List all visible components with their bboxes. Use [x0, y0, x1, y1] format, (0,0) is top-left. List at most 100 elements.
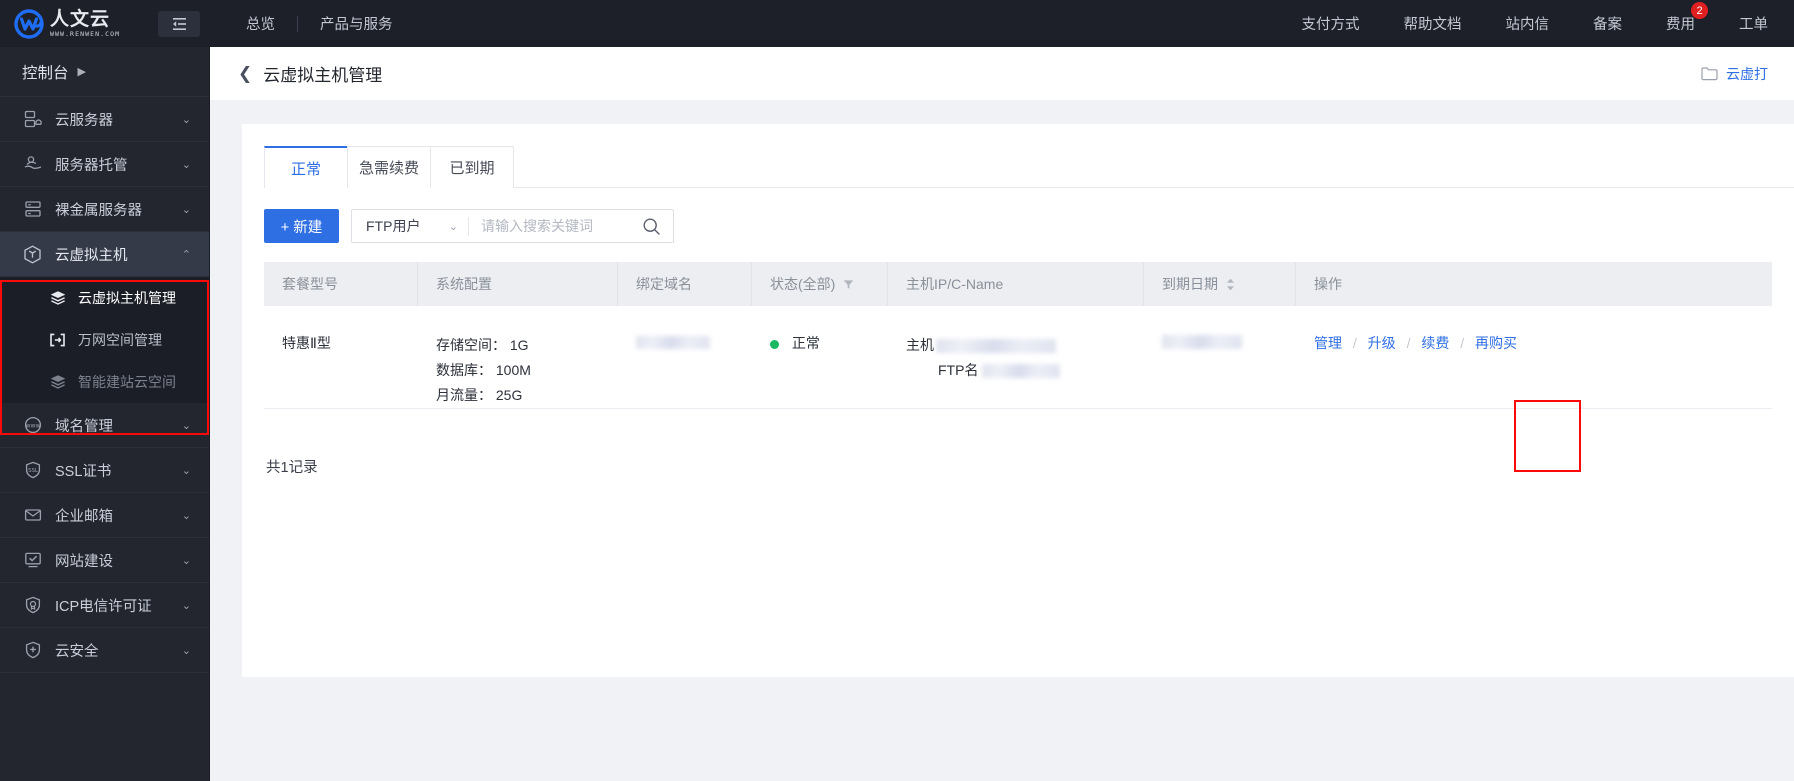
op-separator: /: [1406, 335, 1411, 351]
status-tabs: 正常 急需续费 已到期: [264, 146, 1794, 188]
op-renew-link[interactable]: 续费: [1421, 335, 1449, 351]
sidebar-item-cloud-security[interactable]: 云安全 ⌄: [0, 628, 209, 673]
server-icon: [22, 109, 43, 130]
search-field-select[interactable]: FTP用户 ⌄: [352, 210, 468, 242]
main-content-area: ❮ 云虚拟主机管理 云虚打 正常 急需续费 已到期 + 新建 FTP用户 ⌄ 请…: [210, 47, 1794, 781]
nav-item-icp-filing[interactable]: 备案: [1571, 13, 1644, 34]
column-header-domain: 绑定域名: [618, 262, 752, 306]
cell-operations: 管理 / 升级 / 续费 / 再购买: [1296, 306, 1556, 408]
brand-logo[interactable]: 人文云 WWW.RENWEN.COM: [0, 7, 148, 39]
redacted-domain: [636, 335, 710, 349]
column-header-config: 系统配置: [418, 262, 618, 306]
sidebar-subitem-label: 云虚拟主机管理: [78, 290, 176, 306]
op-manage-link[interactable]: 管理: [1314, 335, 1342, 351]
ftp-name-label: FTP名: [938, 362, 979, 378]
op-upgrade-link[interactable]: 升级: [1368, 335, 1396, 351]
cell-status: 正常: [752, 306, 888, 408]
sidebar-item-label: 网站建设: [55, 553, 113, 570]
mail-icon: [22, 505, 43, 526]
sidebar-submenu-cloud-virtual-host: 云虚拟主机管理 万网空间管理 智能建站云空间: [0, 277, 209, 403]
chevron-down-icon: ⌄: [181, 509, 191, 522]
nav-item-help-docs[interactable]: 帮助文档: [1382, 13, 1484, 34]
bare-metal-icon: [22, 199, 43, 220]
ftp-name-line: FTP名: [906, 358, 1144, 383]
config-storage: 存储空间： 1G: [436, 337, 529, 353]
ssl-shield-icon: SSL: [22, 460, 43, 481]
sidebar-item-enterprise-email[interactable]: 企业邮箱 ⌄: [0, 493, 209, 538]
security-shield-icon: [22, 640, 43, 661]
chevron-down-icon: ⌄: [181, 113, 191, 126]
sidebar-subitem-host-management[interactable]: 云虚拟主机管理: [0, 277, 209, 319]
host-ip-line: 主机: [906, 333, 1144, 358]
sidebar-item-icp-license[interactable]: ICP电信许可证 ⌄: [0, 583, 209, 628]
chevron-down-icon: ⌄: [181, 203, 191, 216]
nav-item-messages[interactable]: 站内信: [1484, 13, 1572, 34]
config-database: 数据库： 100M: [436, 362, 531, 378]
host-ip-label: 主机: [906, 337, 934, 353]
search-icon: [642, 217, 661, 236]
primary-nav-right: 支付方式 帮助文档 站内信 备案 费用 2 工单: [1280, 2, 1794, 34]
sidebar-item-label: 服务器托管: [55, 157, 128, 174]
brand-name-cn: 人文云: [50, 7, 111, 30]
column-header-status[interactable]: 状态(全部): [752, 262, 888, 306]
sidebar-item-website-building[interactable]: 网站建设 ⌄: [0, 538, 209, 583]
sidebar-item-label: 企业邮箱: [55, 508, 113, 525]
sidebar-item-domain-management[interactable]: www 域名管理 ⌄: [0, 403, 209, 448]
search-input[interactable]: [469, 210, 629, 242]
sidebar-collapse-button[interactable]: [158, 10, 200, 37]
filter-icon[interactable]: [843, 279, 854, 290]
sidebar-item-ssl-certificate[interactable]: SSL SSL证书 ⌄: [0, 448, 209, 493]
top-navigation-bar: 人文云 WWW.RENWEN.COM 总览 产品与服务 支付方式 帮助文档 站内…: [0, 0, 1794, 47]
billing-badge-count: 2: [1691, 2, 1708, 19]
column-header-operations: 操作: [1314, 276, 1342, 292]
search-button[interactable]: [629, 210, 673, 242]
nav-item-overview[interactable]: 总览: [224, 13, 297, 34]
sidebar-subitem-wanwang-space[interactable]: 万网空间管理: [0, 319, 209, 361]
page-header: ❮ 云虚拟主机管理 云虚打: [210, 47, 1794, 100]
console-header[interactable]: 控制台 ▶: [0, 47, 209, 97]
layers-icon: [48, 373, 67, 392]
brackets-icon: [48, 331, 67, 350]
sidebar-item-cloud-virtual-host[interactable]: 云虚拟主机 ⌃: [0, 232, 209, 277]
tab-expired[interactable]: 已到期: [430, 146, 514, 188]
renwen-logo-icon: [14, 8, 44, 39]
license-shield-icon: [22, 595, 43, 616]
redacted-expire-date: [1162, 335, 1242, 350]
sidebar-item-label: 云虚拟主机: [55, 247, 128, 264]
column-header-status-label: 状态(全部): [770, 276, 836, 292]
sidebar-item-label: 域名管理: [55, 418, 113, 435]
nav-item-billing-label: 费用: [1666, 17, 1695, 33]
sort-icon[interactable]: [1226, 278, 1235, 291]
create-new-button[interactable]: + 新建: [264, 209, 339, 243]
chevron-down-icon: ⌄: [181, 644, 191, 657]
sidebar-item-label: 云安全: [55, 643, 99, 660]
cell-domain: [618, 306, 752, 408]
nav-item-billing[interactable]: 费用 2: [1644, 2, 1717, 34]
sidebar-subitem-smart-site-cloud[interactable]: 智能建站云空间: [0, 361, 209, 403]
nav-item-tickets[interactable]: 工单: [1717, 13, 1790, 34]
op-rebuy-link[interactable]: 再购买: [1475, 335, 1517, 351]
nav-item-products[interactable]: 产品与服务: [298, 13, 415, 34]
sidebar-item-cloud-server[interactable]: 云服务器 ⌄: [0, 97, 209, 142]
header-doc-link[interactable]: 云虚打: [1701, 64, 1768, 84]
collapse-menu-icon: [171, 17, 188, 31]
chevron-down-icon: ⌄: [181, 599, 191, 612]
chevron-down-icon: ⌄: [181, 158, 191, 171]
tab-normal[interactable]: 正常: [264, 146, 348, 188]
column-header-expire-date-label: 到期日期: [1162, 276, 1218, 292]
sidebar-item-bare-metal-server[interactable]: 裸金属服务器 ⌄: [0, 187, 209, 232]
chevron-down-icon: ⌄: [181, 419, 191, 432]
redacted-ftp-name: [982, 364, 1061, 379]
table-row: 特惠Ⅱ型 存储空间： 1G 数据库： 100M 月流量： 25G 正常 主机 F…: [264, 306, 1772, 409]
chevron-left-icon[interactable]: ❮: [238, 64, 252, 84]
tab-urgent-renewal[interactable]: 急需续费: [347, 146, 431, 188]
column-header-expire-date[interactable]: 到期日期: [1144, 262, 1296, 306]
sidebar-subitem-label: 智能建站云空间: [78, 374, 176, 390]
page-title: 云虚拟主机管理: [263, 66, 383, 85]
folder-icon: [1701, 66, 1718, 81]
layers-icon: [48, 289, 67, 308]
nav-item-payment[interactable]: 支付方式: [1280, 13, 1382, 34]
table-toolbar: + 新建 FTP用户 ⌄: [264, 209, 1794, 243]
sidebar-item-server-hosting[interactable]: 服务器托管 ⌄: [0, 142, 209, 187]
redacted-host-ip: [936, 339, 1056, 354]
